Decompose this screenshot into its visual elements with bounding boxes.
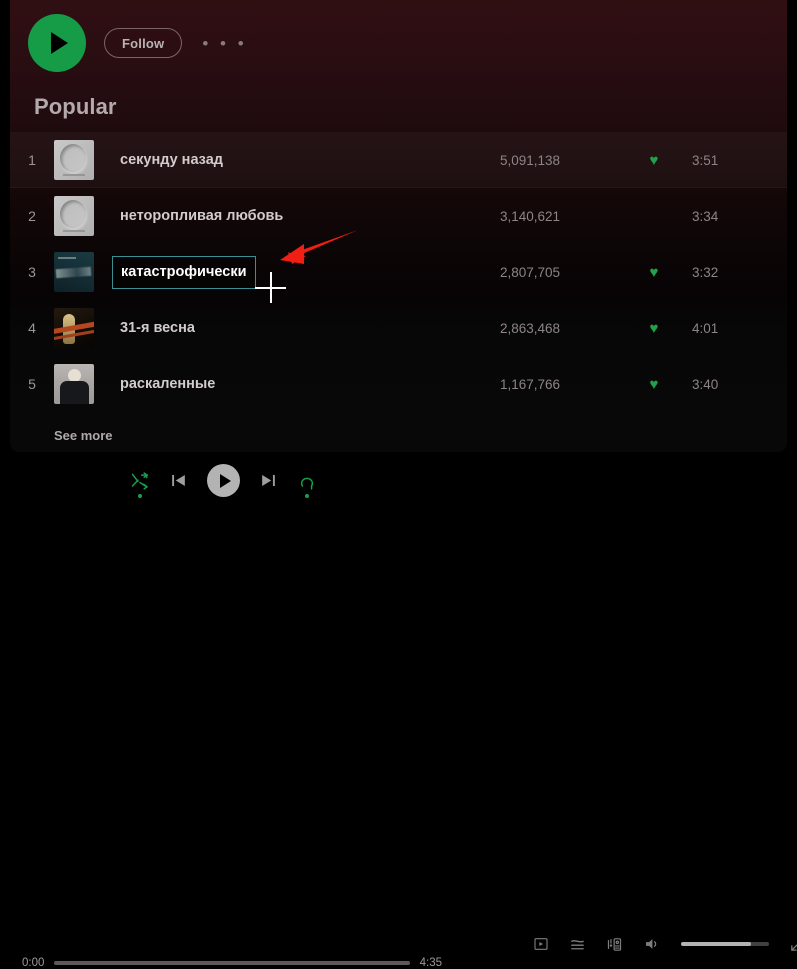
track-title-selected[interactable]: катастрофически bbox=[112, 256, 256, 289]
play-icon bbox=[207, 464, 240, 497]
track-album-art bbox=[54, 196, 94, 236]
play-artist-button[interactable] bbox=[28, 14, 86, 72]
track-play-count: 2,863,468 bbox=[410, 321, 560, 336]
album-art-graphic bbox=[54, 308, 94, 348]
see-more-button[interactable]: See more bbox=[54, 428, 113, 443]
track-play-count: 5,091,138 bbox=[410, 153, 560, 168]
track-duration: 3:40 bbox=[692, 377, 736, 392]
repeat-icon[interactable] bbox=[297, 471, 317, 491]
album-art-graphic bbox=[54, 364, 94, 404]
volume-slider[interactable] bbox=[681, 942, 769, 946]
repeat-glyph bbox=[297, 471, 317, 491]
connect-device-glyph bbox=[606, 936, 623, 953]
volume-glyph bbox=[643, 935, 661, 953]
track-album-art bbox=[54, 252, 94, 292]
now-playing-view-icon[interactable] bbox=[533, 936, 549, 952]
track-title[interactable]: неторопливая любовь bbox=[120, 208, 283, 224]
follow-button[interactable]: Follow bbox=[104, 28, 182, 58]
track-row[interactable]: 5 раскаленные 1,167,766 ♥ 3:40 bbox=[10, 356, 787, 412]
total-time: 4:35 bbox=[420, 957, 442, 969]
track-album-art bbox=[54, 308, 94, 348]
track-duration: 3:32 bbox=[692, 265, 736, 280]
track-album-art bbox=[54, 364, 94, 404]
track-index: 3 bbox=[10, 264, 54, 280]
connect-device-icon[interactable] bbox=[606, 936, 623, 953]
track-index: 5 bbox=[10, 376, 54, 392]
track-row[interactable]: 4 31-я весна 2,863,468 ♥ 4:01 bbox=[10, 300, 787, 356]
track-duration: 4:01 bbox=[692, 321, 736, 336]
progress-slider[interactable] bbox=[54, 961, 409, 965]
track-index: 1 bbox=[10, 152, 54, 168]
shuffle-icon[interactable] bbox=[130, 471, 150, 491]
volume-icon[interactable] bbox=[643, 935, 661, 953]
popular-section-title: Popular bbox=[34, 94, 117, 120]
queue-icon[interactable] bbox=[569, 936, 586, 953]
track-duration: 3:34 bbox=[692, 209, 736, 224]
track-index: 2 bbox=[10, 208, 54, 224]
track-row[interactable]: 1 секунду назад 5,091,138 ♥ 3:51 bbox=[10, 132, 787, 188]
previous-glyph bbox=[169, 471, 188, 490]
like-heart-icon[interactable]: ♥ bbox=[642, 265, 666, 280]
play-pause-button[interactable] bbox=[207, 464, 240, 497]
track-title[interactable]: раскаленные bbox=[120, 376, 215, 392]
playback-progress: 0:00 4:35 bbox=[22, 957, 442, 969]
track-play-count: 3,140,621 bbox=[410, 209, 560, 224]
next-glyph bbox=[259, 471, 278, 490]
like-heart-icon[interactable]: ♥ bbox=[642, 377, 666, 392]
play-icon bbox=[51, 32, 68, 54]
track-duration: 3:51 bbox=[692, 153, 736, 168]
like-heart-icon[interactable]: ♥ bbox=[642, 321, 666, 336]
album-art-graphic bbox=[54, 140, 94, 180]
spotify-window: Follow • • • Popular 1 секунду назад 5,091… bbox=[0, 0, 797, 536]
previous-track-icon[interactable] bbox=[169, 471, 188, 490]
popular-track-list: 1 секунду назад 5,091,138 ♥ 3:51 2 нетороплива… bbox=[10, 132, 787, 412]
track-row[interactable]: 2 неторопливая любовь 3,140,621 3:34 bbox=[10, 188, 787, 244]
content-panel: Follow • • • Popular 1 секунду назад 5,091… bbox=[10, 0, 787, 452]
player-right-controls bbox=[533, 935, 797, 953]
album-art-graphic bbox=[54, 196, 94, 236]
transport-controls bbox=[130, 464, 317, 497]
more-options-icon[interactable]: • • • bbox=[200, 31, 249, 56]
artist-header: Follow • • • bbox=[28, 14, 249, 72]
next-track-icon[interactable] bbox=[259, 471, 278, 490]
elapsed-time: 0:00 bbox=[22, 957, 44, 969]
fullscreen-glyph bbox=[789, 936, 797, 953]
like-heart-icon[interactable]: ♥ bbox=[642, 153, 666, 168]
queue-glyph bbox=[569, 936, 586, 953]
now-playing-glyph bbox=[533, 936, 549, 952]
track-title[interactable]: секунду назад bbox=[120, 152, 223, 168]
track-album-art bbox=[54, 140, 94, 180]
track-row[interactable]: 3 катастрофически 2,807,705 ♥ 3:32 bbox=[10, 244, 787, 300]
album-art-graphic bbox=[54, 252, 94, 292]
track-index: 4 bbox=[10, 320, 54, 336]
play-triangle bbox=[220, 474, 231, 488]
track-title[interactable]: 31-я весна bbox=[120, 320, 195, 336]
track-play-count: 1,167,766 bbox=[410, 377, 560, 392]
fullscreen-icon[interactable] bbox=[789, 936, 797, 953]
track-play-count: 2,807,705 bbox=[410, 265, 560, 280]
player-bar: 0:00 4:35 bbox=[0, 452, 797, 536]
volume-slider-fill bbox=[681, 942, 751, 946]
shuffle-glyph bbox=[130, 471, 150, 491]
